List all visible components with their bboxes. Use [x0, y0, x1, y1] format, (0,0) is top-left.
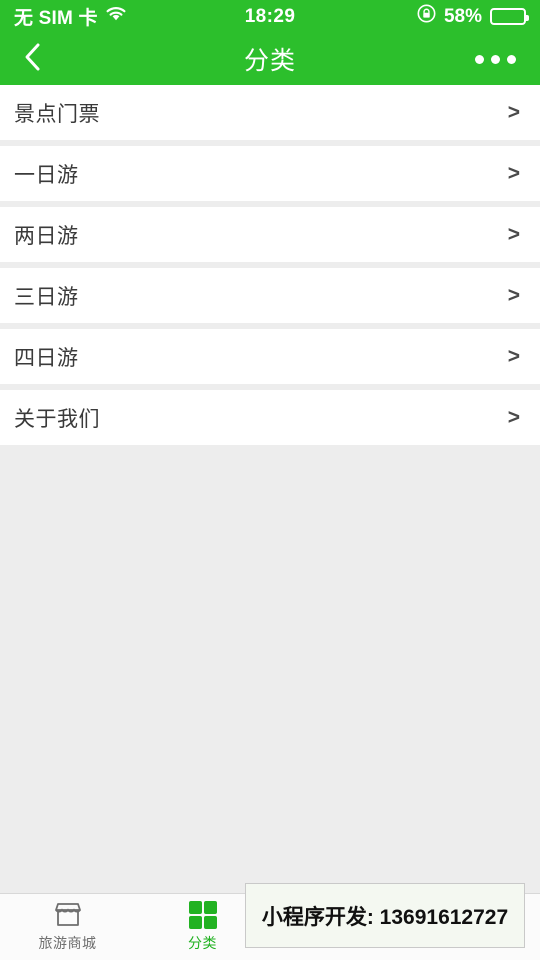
chevron-right-icon: > [507, 284, 520, 307]
promo-watermark-overlay: 小程序开发: 13691612727 [245, 883, 525, 948]
more-dot-1 [475, 54, 484, 64]
list-separator [0, 445, 540, 451]
list-item[interactable]: 一日游 > [0, 146, 540, 201]
grid-icon [188, 901, 217, 929]
chevron-right-icon: > [507, 223, 520, 246]
more-menu-button[interactable] [473, 47, 518, 72]
chevron-right-icon: > [507, 345, 520, 368]
status-bar: 无 SIM 卡 18:29 58% [0, 0, 540, 33]
tab-item-1[interactable]: 旅游商城 [0, 894, 135, 960]
page-title: 分类 [243, 47, 296, 75]
shop-icon [53, 901, 83, 929]
list-item[interactable]: 两日游 > [0, 207, 540, 262]
list-item-label: 关于我们 [14, 407, 100, 431]
list-item-label: 三日游 [14, 285, 79, 309]
category-list: 景点门票 > 一日游 > 两日游 > 三日游 > 四日游 > 关于我们 > [0, 85, 540, 451]
list-item-label: 四日游 [14, 346, 79, 370]
rotation-lock-icon [417, 4, 436, 29]
promo-watermark-text: 小程序开发: 13691612727 [261, 905, 509, 929]
chevron-right-icon: > [507, 101, 520, 124]
nav-bar: 分类 [0, 33, 540, 85]
battery-percent-label: 58% [443, 5, 482, 27]
more-dot-2 [491, 54, 500, 64]
list-item-label: 一日游 [14, 163, 79, 187]
list-item[interactable]: 四日游 > [0, 329, 540, 384]
battery-icon [490, 8, 529, 25]
more-dot-3 [507, 54, 516, 64]
list-item[interactable]: 三日游 > [0, 268, 540, 323]
list-item-label: 景点门票 [14, 102, 100, 126]
phone-screen: 无 SIM 卡 18:29 58% 分类 景点门票 > 一日游 > 两日游 > … [0, 0, 540, 960]
list-item[interactable]: 景点门票 > [0, 85, 540, 140]
status-bar-right: 58% [417, 4, 529, 29]
chevron-right-icon: > [507, 406, 520, 429]
tab-item-label: 旅游商城 [38, 935, 97, 951]
chevron-right-icon: > [507, 162, 520, 185]
list-item-label: 两日游 [14, 224, 79, 248]
tab-item-label: 分类 [188, 935, 217, 951]
list-item[interactable]: 关于我们 > [0, 390, 540, 445]
